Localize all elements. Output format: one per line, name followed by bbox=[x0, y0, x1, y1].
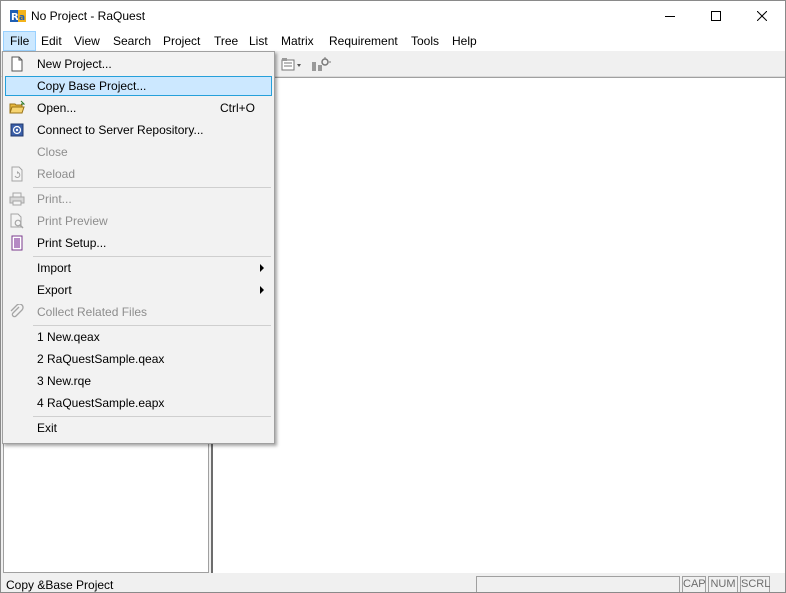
menu-file[interactable]: File bbox=[3, 31, 37, 51]
menu-item-reload[interactable]: Reload bbox=[5, 164, 272, 184]
app-window: R a No Project - RaQuest File Edit View … bbox=[0, 0, 786, 593]
maximize-icon bbox=[711, 11, 721, 21]
menu-item-new-project[interactable]: New Project... bbox=[5, 54, 272, 74]
reload-icon bbox=[11, 166, 23, 182]
window-title: No Project - RaQuest bbox=[31, 9, 146, 23]
menu-tree[interactable]: Tree bbox=[208, 31, 244, 51]
maximize-button[interactable] bbox=[693, 1, 739, 31]
menu-project[interactable]: Project bbox=[157, 31, 206, 51]
status-scrl: SCRL bbox=[740, 576, 770, 592]
menu-help[interactable]: Help bbox=[446, 31, 483, 51]
menu-item-exit[interactable]: Exit bbox=[5, 418, 272, 438]
menu-matrix[interactable]: Matrix bbox=[275, 31, 320, 51]
print-setup-icon bbox=[11, 235, 23, 251]
menu-item-recent-4[interactable]: 4 RaQuestSample.eapx bbox=[5, 393, 272, 413]
tree-settings-icon[interactable] bbox=[310, 57, 332, 73]
new-document-icon bbox=[11, 56, 23, 72]
menu-item-export[interactable]: Export bbox=[5, 280, 272, 300]
menu-item-recent-2[interactable]: 2 RaQuestSample.qeax bbox=[5, 349, 272, 369]
menu-edit[interactable]: Edit bbox=[35, 31, 68, 51]
menu-item-import[interactable]: Import bbox=[5, 258, 272, 278]
submenu-arrow-icon bbox=[260, 264, 264, 272]
menu-item-open[interactable]: Open... Ctrl+O bbox=[5, 98, 272, 118]
menu-item-recent-3[interactable]: 3 New.rqe bbox=[5, 371, 272, 391]
close-button[interactable] bbox=[739, 1, 785, 31]
menu-requirement[interactable]: Requirement bbox=[323, 31, 404, 51]
menu-separator bbox=[33, 416, 271, 417]
menu-separator bbox=[33, 256, 271, 257]
menu-bar: File Edit View Search Project Tree List … bbox=[1, 31, 785, 51]
menu-view[interactable]: View bbox=[68, 31, 106, 51]
status-num: NUM bbox=[708, 576, 738, 592]
menu-item-close[interactable]: Close bbox=[5, 142, 272, 162]
menu-item-print-preview[interactable]: Print Preview bbox=[5, 211, 272, 231]
menu-item-print-setup[interactable]: Print Setup... bbox=[5, 233, 272, 253]
list-view-dropdown-icon[interactable] bbox=[281, 57, 303, 73]
file-menu-dropdown: New Project... Copy Base Project... Open… bbox=[2, 51, 275, 444]
print-preview-icon bbox=[10, 213, 24, 229]
main-content-pane[interactable] bbox=[211, 77, 785, 573]
svg-text:R: R bbox=[11, 12, 19, 23]
server-repository-icon bbox=[10, 123, 24, 137]
status-message: Copy &Base Project bbox=[6, 578, 114, 592]
menu-search[interactable]: Search bbox=[107, 31, 157, 51]
printer-icon bbox=[9, 192, 25, 206]
open-folder-icon bbox=[9, 100, 25, 114]
menu-item-connect-server-repository[interactable]: Connect to Server Repository... bbox=[5, 120, 272, 140]
close-icon bbox=[757, 11, 767, 21]
menu-separator bbox=[33, 187, 271, 188]
paperclip-icon bbox=[10, 304, 24, 318]
svg-text:a: a bbox=[19, 13, 25, 23]
submenu-arrow-icon bbox=[260, 286, 264, 294]
status-cap: CAP bbox=[682, 576, 706, 592]
status-pane-blank bbox=[476, 576, 680, 592]
menu-item-collect-related-files[interactable]: Collect Related Files bbox=[5, 302, 272, 322]
menu-list[interactable]: List bbox=[243, 31, 274, 51]
menu-item-print[interactable]: Print... bbox=[5, 189, 272, 209]
menu-tools[interactable]: Tools bbox=[405, 31, 445, 51]
menu-item-copy-base-project[interactable]: Copy Base Project... bbox=[5, 76, 272, 96]
minimize-button[interactable] bbox=[647, 1, 693, 31]
menu-item-recent-1[interactable]: 1 New.qeax bbox=[5, 327, 272, 347]
raquest-logo-icon: R a bbox=[10, 10, 26, 23]
title-bar[interactable]: R a No Project - RaQuest bbox=[1, 1, 785, 31]
minimize-icon bbox=[665, 16, 675, 17]
menu-separator bbox=[33, 325, 271, 326]
status-bar: Copy &Base Project CAP NUM SCRL bbox=[1, 575, 785, 592]
